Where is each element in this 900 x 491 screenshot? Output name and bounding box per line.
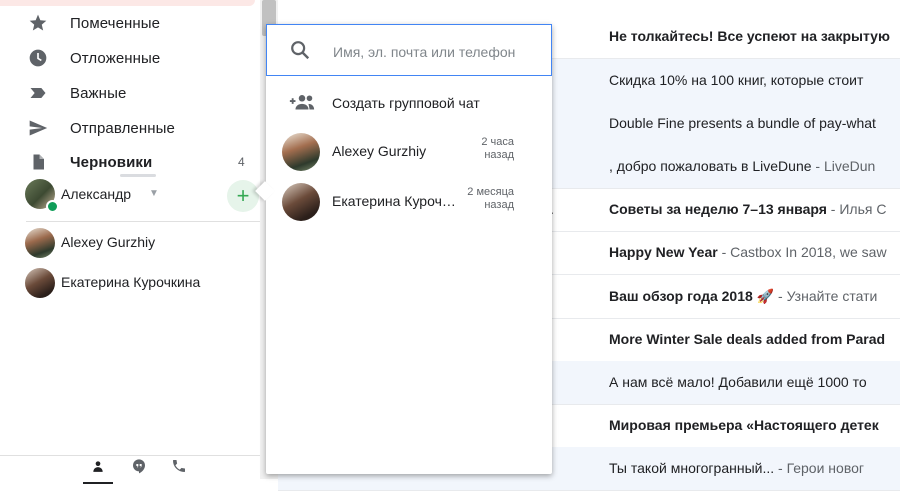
hangouts-user-status[interactable]: Александр ▼ [0,174,260,214]
mail-subject: Не толкайтесь! Все успеют на закрытую [609,28,890,44]
sidebar-item-label: Помеченные [70,14,161,32]
avatar [282,183,320,221]
drafts-count: 4 [238,155,245,169]
tab-hangouts[interactable] [124,458,154,482]
mail-subject: А нам всё мало! Добавили ещё 1000 то [609,374,867,390]
add-group-icon [288,92,316,117]
contact-name: Alexey Gurzhiy [332,143,427,159]
group-chat-label: Создать групповой чат [332,95,480,111]
sidebar-item-snoozed[interactable]: Отложенные [0,42,260,74]
mail-subject: Ты такой многогранный... - Герои новог [609,460,864,476]
person-icon [93,461,103,472]
sidebar-item-label: Отправленные [70,119,175,137]
last-seen-time: 2 месяца назад [467,186,514,211]
draft-icon [26,150,50,174]
mail-subject: Ваш обзор года 2018 🚀 - Узнайте стати [609,288,878,304]
mail-subject: Happy New Year - Castbox In 2018, we saw [609,244,887,260]
chevron-down-icon[interactable]: ▼ [149,188,159,199]
search-icon [289,39,313,63]
sidebar-item-starred[interactable]: Помеченные [0,7,260,39]
mail-subject: Советы за неделю 7–13 января - Илья С [609,201,887,217]
avatar [25,268,55,298]
sidebar-item-label: Отложенные [70,49,161,67]
sidebar-item-label: Черновики [70,153,153,171]
avatar [25,228,55,258]
new-conversation-popup: Создать групповой чат Alexey Gurzhiy 2 ч… [255,24,552,474]
tab-contacts[interactable] [83,458,113,484]
mail-subject: , добро пожаловать в LiveDune - LiveDun [609,158,876,174]
search-box[interactable] [266,24,552,76]
phone-icon [173,460,185,472]
hangouts-contact[interactable]: Екатерина Курочкина [0,266,260,300]
clock-icon [26,46,50,70]
mail-subject: More Winter Sale deals added from Parad [609,331,886,347]
sidebar: Помеченные Отложенные Важные Отправленны… [0,0,260,484]
contact-name: Alexey Gurzhiy [61,234,156,250]
last-seen-time: 2 часа назад [481,136,514,161]
sidebar-item-sent[interactable]: Отправленные [0,112,260,144]
hangouts-user-name: Александр [61,186,132,202]
add-icon: + [236,183,250,208]
popup-contact[interactable]: Екатерина Курочкина 2 месяцаназад [266,180,552,224]
hangouts-bottom-tabs [0,455,260,484]
create-group-chat-button[interactable]: Создать групповой чат [266,86,552,120]
mail-subject: Скидка 10% на 100 книг, которые стоит [609,72,864,88]
avatar [282,133,320,171]
tab-phone[interactable] [164,458,194,482]
send-icon [26,116,50,140]
online-status-icon [46,200,59,213]
divider [26,221,260,222]
popup-contact[interactable]: Alexey Gurzhiy 2 часа назад [266,130,552,174]
star-icon [26,11,50,35]
sidebar-item-important[interactable]: Важные [0,77,260,109]
contact-name: Екатерина Курочкина [332,193,457,209]
new-conversation-button[interactable]: + [227,180,259,212]
hangouts-contact[interactable]: Alexey Gurzhiy [0,226,260,260]
hangouts-icon [133,459,145,474]
mail-subject: Мировая премьера «Настоящего детек [609,417,879,433]
contact-name: Екатерина Курочкина [61,274,201,290]
nav-item-highlight [0,0,255,6]
search-input[interactable] [331,37,545,67]
important-icon [26,81,50,105]
sidebar-item-label: Важные [70,84,127,102]
mail-subject: Double Fine presents a bundle of pay-wha… [609,115,876,131]
